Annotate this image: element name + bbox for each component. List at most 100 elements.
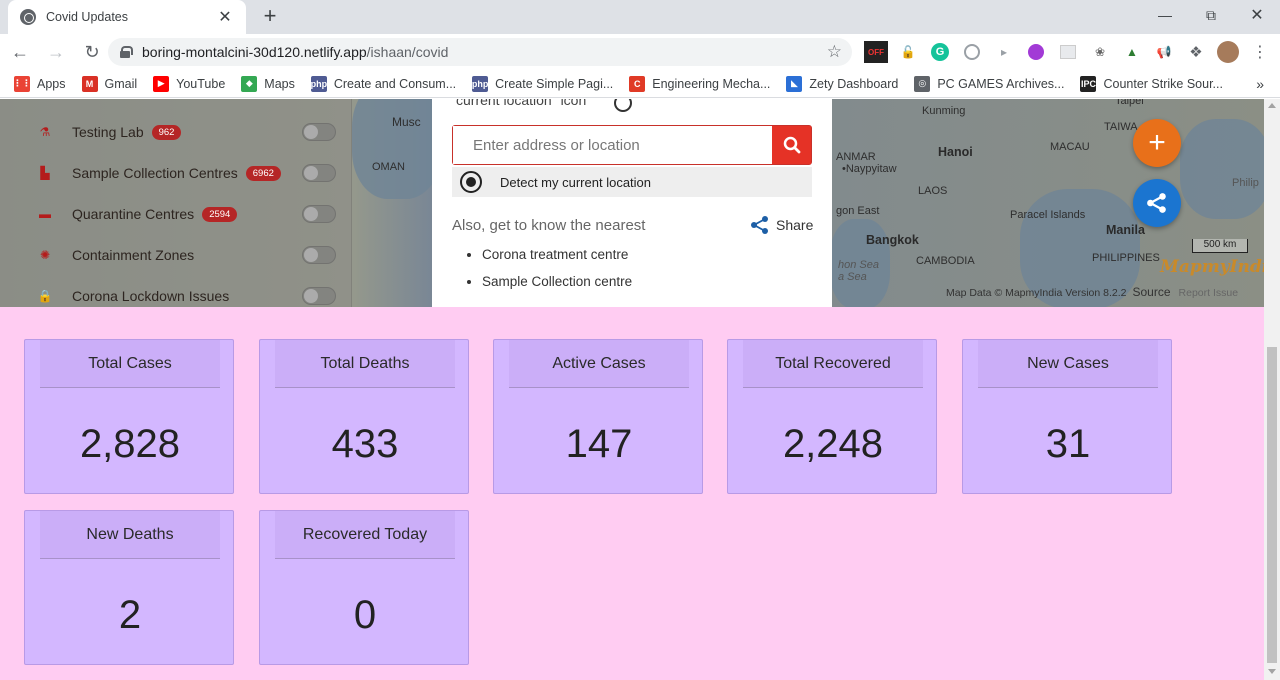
bookmark-item[interactable]: ⋮⋮ Apps (13, 75, 66, 92)
share-fab-button[interactable] (1133, 179, 1181, 227)
layer-toggle[interactable] (302, 246, 336, 264)
minimize-icon[interactable]: — (1142, 0, 1188, 30)
page-content: Kunming Taipei TAIWA Musc OMAN ANMAR •Na… (0, 99, 1264, 680)
detect-location-label: Detect my current location (500, 174, 652, 190)
location-search-card: current location" icon Detect my current… (432, 99, 832, 307)
tab-title: Covid Updates (46, 10, 128, 24)
stat-label: Recovered Today (275, 511, 455, 559)
map-place-label: Musc (392, 115, 421, 129)
detect-location-button[interactable]: Detect my current location (452, 167, 812, 197)
bookmark-label: Create and Consum... (333, 76, 457, 91)
layer-item: ⚗ Testing Lab 962 (36, 121, 182, 143)
source-link[interactable]: Source (1133, 285, 1171, 299)
profile-avatar[interactable] (1216, 41, 1240, 63)
close-tab-icon[interactable]: ✕ (216, 7, 234, 27)
map-place-label: PHILIPPINES (1092, 252, 1160, 264)
layer-label: Corona Lockdown Issues (72, 288, 230, 304)
bookmark-item[interactable]: php Create and Consum... (311, 75, 457, 92)
count-badge: 6962 (245, 165, 281, 181)
layer-toggle[interactable] (302, 164, 336, 182)
map-place-label: MACAU (1050, 141, 1090, 153)
stat-card: Total Recovered 2,248 (727, 339, 937, 494)
layer-label: Sample Collection Centres (72, 165, 238, 181)
bug-extension-icon[interactable]: ❀ (1088, 41, 1112, 63)
bookmark-label: Counter Strike Sour... (1103, 76, 1223, 91)
count-badge: 962 (151, 124, 182, 140)
bookmark-item[interactable]: IPC Counter Strike Sour... (1080, 75, 1223, 92)
forward-icon[interactable]: → (40, 36, 72, 68)
layer-toggle[interactable] (302, 123, 336, 141)
close-window-icon[interactable]: ✕ (1234, 0, 1280, 30)
megaphone-extension-icon[interactable]: 📢 (1152, 41, 1176, 63)
bookmark-item[interactable]: ◎ PC GAMES Archives... (914, 75, 1065, 92)
grid-extension-icon[interactable] (1056, 41, 1080, 63)
bookmark-item[interactable]: ▶ YouTube (153, 75, 225, 92)
bookmark-label: Engineering Mecha... (652, 76, 771, 91)
stat-label: Total Cases (40, 340, 220, 388)
bookmark-item[interactable]: C Engineering Mecha... (629, 75, 771, 92)
new-tab-icon[interactable]: + (258, 4, 282, 28)
bookmark-item[interactable]: php Create Simple Pagi... (472, 75, 613, 92)
layer-toggle[interactable] (302, 205, 336, 223)
crosshair-icon (460, 171, 482, 193)
lock-icon[interactable] (120, 46, 133, 58)
location-search-input[interactable] (453, 126, 772, 164)
page-scrollbar[interactable] (1264, 99, 1280, 680)
stat-value: 147 (565, 421, 633, 466)
location-search-box (452, 125, 812, 165)
browser-tab-strip: Covid Updates ✕ + — ⧉ ✕ (0, 0, 1280, 34)
stat-card: New Cases 31 (962, 339, 1172, 494)
bookmark-label: Zety Dashboard (809, 76, 899, 91)
scroll-down-icon[interactable] (1268, 669, 1276, 674)
play-extension-icon[interactable]: ▸ (992, 41, 1016, 63)
search-button[interactable] (772, 126, 811, 164)
ipc-icon: IPC (1080, 75, 1097, 92)
restore-icon[interactable]: ⧉ (1188, 0, 1234, 30)
layer-item: ▬ Quarantine Centres 2594 (36, 203, 238, 225)
stat-label: New Cases (978, 340, 1158, 388)
plus-icon: + (1148, 126, 1166, 159)
reload-icon[interactable]: ↻ (76, 36, 108, 68)
covid-map[interactable]: Kunming Taipei TAIWA Musc OMAN ANMAR •Na… (0, 99, 1264, 307)
php-icon: php (311, 75, 327, 92)
bookmark-item[interactable]: M Gmail (81, 75, 137, 92)
bookmark-item[interactable]: ◆ Maps (241, 75, 295, 92)
extensions-puzzle-icon[interactable]: ❖ (1184, 41, 1208, 63)
layer-toggle[interactable] (302, 287, 336, 305)
scroll-up-icon[interactable] (1268, 103, 1276, 108)
share-button[interactable]: Share (750, 215, 813, 235)
report-issue-link[interactable]: Report Issue (1179, 287, 1239, 299)
map-place-label: OMAN (372, 161, 405, 173)
purple-extension-icon[interactable] (1024, 41, 1048, 63)
map-place-label: Kunming (922, 105, 966, 117)
search-icon (783, 136, 800, 154)
bookmark-star-icon[interactable]: ☆ (827, 42, 842, 62)
stat-value: 0 (353, 592, 377, 637)
scroll-thumb[interactable] (1267, 347, 1277, 663)
more-bookmarks-icon[interactable]: » (1256, 76, 1264, 92)
unlock-extension-icon[interactable]: 🔓 (896, 41, 920, 63)
attribution-text: Map Data © MapmyIndia Version 8.2.2 (946, 287, 1127, 299)
map-place-label: hon Sea (838, 259, 879, 271)
count-badge: 2594 (202, 206, 238, 222)
back-icon[interactable]: ← (4, 36, 36, 68)
stat-value: 2,828 (79, 421, 181, 466)
share-label: Share (776, 217, 814, 233)
offers-extension-icon[interactable]: OFF (864, 41, 888, 63)
bookmark-label: PC GAMES Archives... (937, 76, 1065, 91)
current-location-hint: current location" icon (456, 99, 587, 108)
address-bar[interactable]: boring-montalcini-30d120.netlify.app/ish… (108, 38, 852, 66)
map-place-label: Taipei (1115, 99, 1144, 107)
stat-value: 2 (118, 592, 142, 637)
map-place-label: a Sea (838, 271, 867, 283)
compass-extension-icon[interactable] (960, 41, 984, 63)
menu-kebab-icon[interactable]: ⋮ (1248, 41, 1272, 63)
add-fab-button[interactable]: + (1133, 119, 1181, 167)
grammarly-icon[interactable]: G (928, 41, 952, 63)
stat-card: Total Deaths 433 (259, 339, 469, 494)
share-icon (1147, 193, 1166, 213)
browser-tab[interactable]: Covid Updates ✕ (8, 0, 246, 34)
html-extension-icon[interactable]: ▲ (1120, 41, 1144, 63)
bookmark-label: Apps (37, 76, 66, 91)
bookmark-item[interactable]: ◣ Zety Dashboard (786, 75, 899, 92)
